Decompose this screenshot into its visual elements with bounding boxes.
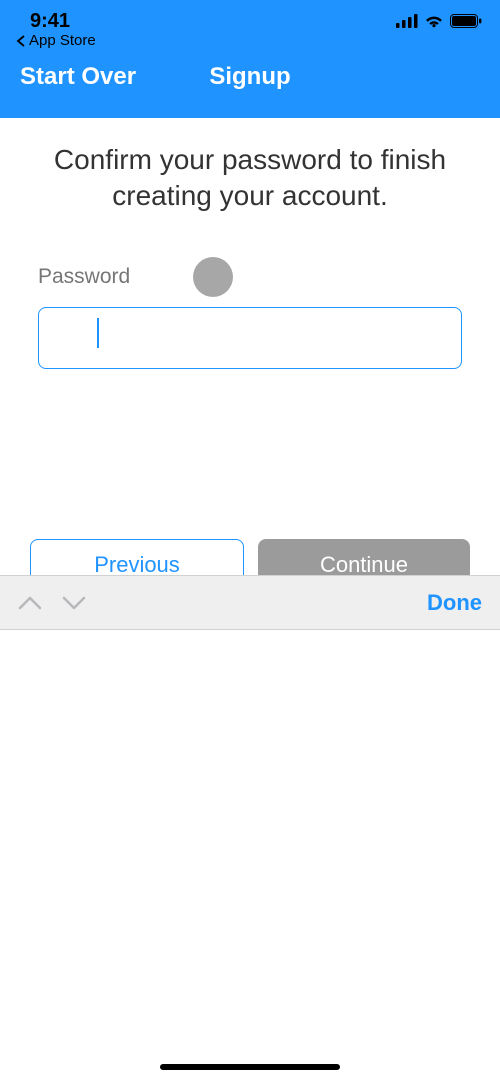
text-cursor [97, 318, 99, 348]
page-title: Signup [209, 63, 290, 91]
status-time: 9:41 [30, 10, 70, 33]
done-button[interactable]: Done [427, 590, 482, 616]
battery-icon [450, 14, 482, 28]
password-input[interactable] [38, 307, 462, 369]
password-label: Password [38, 265, 130, 289]
nav-bar: Start Over Signup [0, 49, 500, 91]
chevron-up-icon [18, 595, 42, 611]
main-content: Confirm your password to finish creating… [0, 118, 500, 369]
cellular-icon [396, 14, 418, 28]
back-caret-icon [16, 35, 25, 47]
back-label: App Store [29, 32, 96, 49]
prev-field-button[interactable] [18, 595, 42, 611]
start-over-button[interactable]: Start Over [20, 63, 136, 91]
headline: Confirm your password to finish creating… [38, 142, 462, 215]
wifi-icon [424, 14, 444, 28]
keyboard-accessory-bar: Done [0, 575, 500, 630]
touch-indicator [193, 257, 233, 297]
home-indicator[interactable] [160, 1064, 340, 1070]
status-bar: 9:41 [0, 0, 500, 30]
chevron-down-icon [62, 595, 86, 611]
status-icons [396, 14, 482, 28]
back-to-appstore[interactable]: App Store [0, 30, 500, 49]
header-area: 9:41 App Store Start Over Signup [0, 0, 500, 118]
next-field-button[interactable] [62, 595, 86, 611]
field-label-row: Password [38, 257, 462, 297]
